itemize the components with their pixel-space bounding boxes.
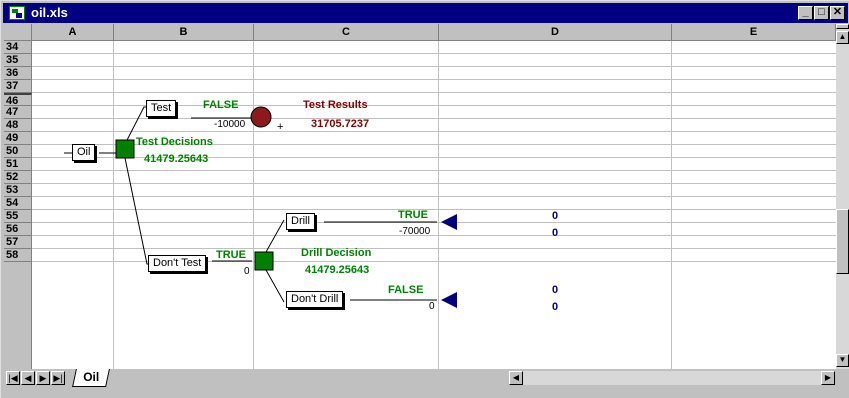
excel-icon[interactable] <box>9 6 25 20</box>
drill-decision-value: 41479.25643 <box>305 264 370 276</box>
drill-branch-box[interactable]: Drill <box>286 213 315 230</box>
drill-result-top: 0 <box>552 210 559 222</box>
drill-value: -70000 <box>399 226 431 237</box>
drill-result-bottom: 0 <box>552 227 559 239</box>
title-bar[interactable]: oil.xls _ □ ✕ <box>3 3 848 23</box>
test-branch-box[interactable]: Test <box>146 100 177 117</box>
horizontal-scrollbar[interactable]: ◀ ▶ <box>509 371 835 385</box>
dont-test-branch-box[interactable]: Don't Test <box>148 255 207 272</box>
decision-tree-lines <box>64 106 457 308</box>
terminal-node <box>441 292 457 308</box>
last-sheet-button[interactable]: ▶| <box>51 371 65 385</box>
dont-test-value: 0 <box>244 266 250 277</box>
first-sheet-button[interactable]: |◀ <box>6 371 20 385</box>
spreadsheet-grid[interactable]: A B C D E 34 35 36 37 46 47 48 49 50 51 … <box>4 24 836 369</box>
test-results-title: Test Results <box>303 99 368 111</box>
sheet-tab-bar: |◀ ◀ ▶ ▶| Oil ◀ ▶ <box>4 369 849 387</box>
scroll-down-button[interactable]: ▼ <box>836 354 849 367</box>
vertical-scrollbar[interactable]: ▲ ▼ <box>836 24 849 369</box>
dont-drill-flag: FALSE <box>388 284 424 296</box>
tree-line <box>124 157 149 265</box>
scroll-left-button[interactable]: ◀ <box>509 371 523 385</box>
tab-sheet-oil[interactable]: Oil <box>72 369 110 387</box>
next-sheet-button[interactable]: ▶ <box>36 371 50 385</box>
prev-sheet-button[interactable]: ◀ <box>21 371 35 385</box>
chance-node <box>250 106 272 128</box>
tree-line <box>265 219 285 253</box>
dont-drill-result-bottom: 0 <box>552 301 559 313</box>
scroll-thumb[interactable] <box>836 209 849 274</box>
test-value: -10000 <box>214 119 246 130</box>
scroll-right-button[interactable]: ▶ <box>821 371 835 385</box>
oil-node-box[interactable]: Oil <box>72 144 96 161</box>
decision-node <box>254 251 274 271</box>
drill-flag: TRUE <box>398 209 428 221</box>
close-button[interactable]: ✕ <box>830 6 845 20</box>
minimize-button[interactable]: _ <box>798 6 813 20</box>
decision-node <box>115 139 135 159</box>
terminal-node <box>441 214 457 230</box>
excel-window: oil.xls _ □ ✕ A B C D E 34 35 36 37 46 4… <box>0 0 849 398</box>
drill-decision-title: Drill Decision <box>301 247 372 259</box>
chance-plus: + <box>277 121 284 133</box>
window-title: oil.xls <box>31 5 68 20</box>
dont-drill-branch-box[interactable]: Don't Drill <box>286 291 344 308</box>
tree-line <box>265 269 285 303</box>
dont-drill-result-top: 0 <box>552 284 559 296</box>
dont-test-flag: TRUE <box>216 249 246 261</box>
test-decisions-title: Test Decisions <box>136 136 213 148</box>
split-box[interactable] <box>836 24 849 29</box>
scroll-up-button[interactable]: ▲ <box>836 31 849 44</box>
test-flag: FALSE <box>203 99 239 111</box>
dont-drill-value: 0 <box>429 301 435 312</box>
test-decisions-value: 41479.25643 <box>144 153 209 165</box>
tab-sheet-oil-label: Oil <box>83 370 100 384</box>
test-results-value: 31705.7237 <box>311 118 370 130</box>
maximize-button[interactable]: □ <box>814 6 829 20</box>
